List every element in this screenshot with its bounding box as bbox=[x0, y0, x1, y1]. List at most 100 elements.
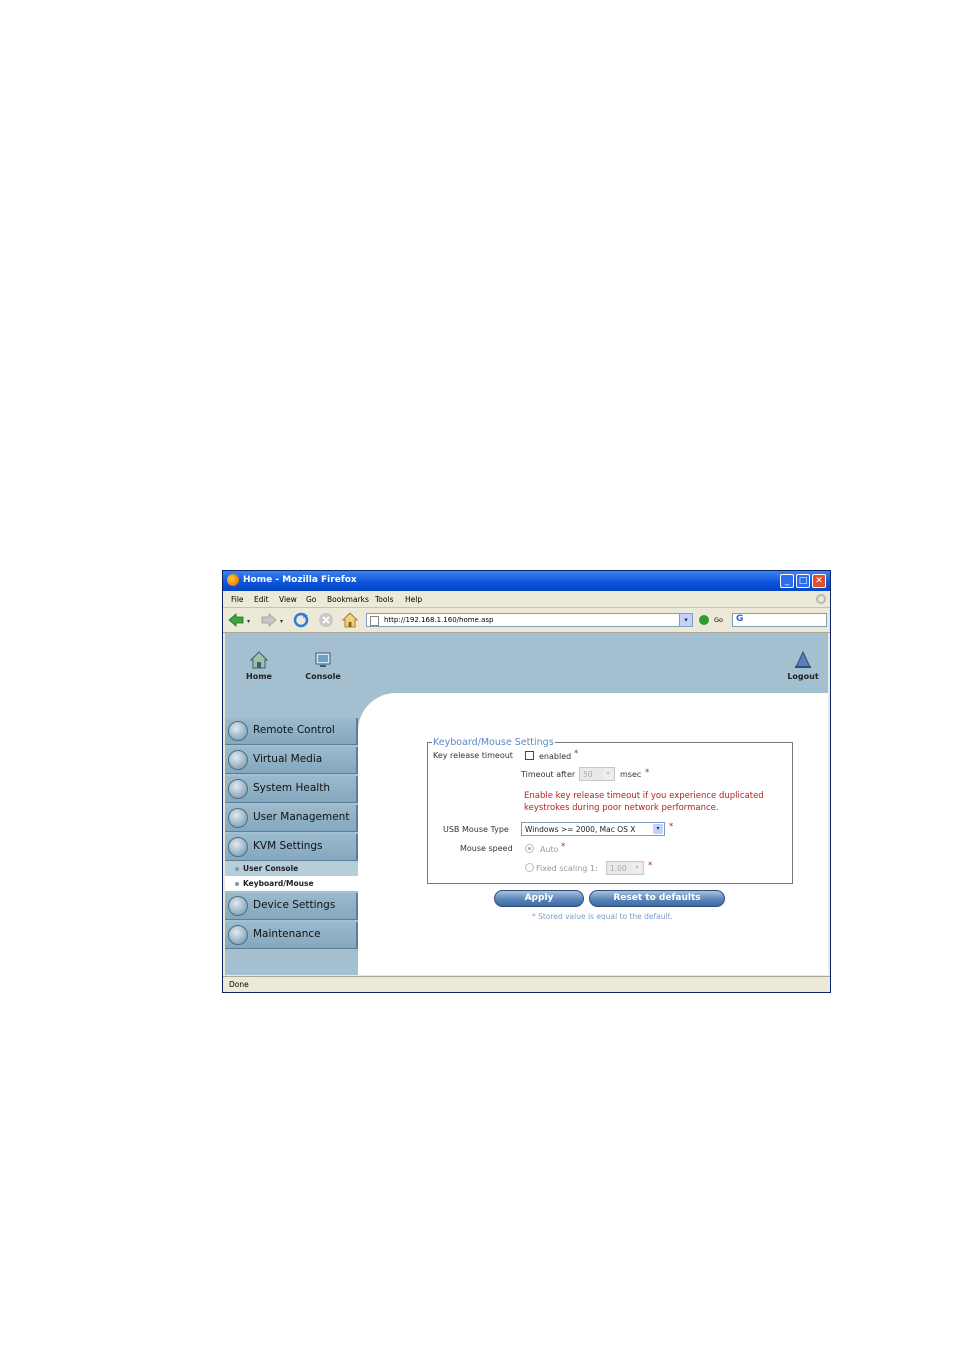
virtual-media-disc-icon bbox=[228, 750, 248, 770]
menu-edit[interactable]: Edit bbox=[254, 595, 269, 604]
firefox-logo-icon bbox=[227, 574, 239, 586]
key-release-enabled-checkbox[interactable] bbox=[525, 751, 534, 760]
default-marker: * bbox=[648, 861, 653, 871]
logout-link-label: Logout bbox=[787, 672, 819, 681]
warning-line-2: keystrokes during poor network performan… bbox=[524, 803, 719, 813]
sidebar-item-label: Maintenance bbox=[253, 928, 321, 940]
window-title: Home - Mozilla Firefox bbox=[243, 575, 357, 585]
sidebar-menu: Remote Control Virtual Media System Heal… bbox=[225, 718, 358, 951]
home-link-label: Home bbox=[246, 672, 272, 681]
sidebar-subitem-user-console[interactable]: User Console bbox=[225, 861, 358, 876]
default-footnote: * Stored value is equal to the default. bbox=[532, 912, 673, 921]
monitor-icon bbox=[315, 652, 331, 667]
navigation-toolbar: ▾ ▾ http://192.168.1.160/home.asp ▾ Go G bbox=[223, 608, 830, 633]
usb-mouse-type-label: USB Mouse Type bbox=[443, 825, 509, 834]
search-input[interactable]: G bbox=[732, 613, 827, 627]
sidebar-item-maintenance[interactable]: Maintenance bbox=[225, 922, 358, 949]
chevron-down-icon: ▾ bbox=[632, 863, 642, 873]
page-content: Home Console Logout Remote Control Virtu… bbox=[225, 633, 828, 975]
key-release-timeout-label: Key release timeout bbox=[433, 751, 513, 760]
timeout-value: 50 bbox=[583, 770, 593, 779]
menu-file[interactable]: File bbox=[231, 595, 244, 604]
subitem-label: User Console bbox=[243, 864, 299, 873]
forward-dropdown-icon[interactable]: ▾ bbox=[280, 618, 283, 625]
bullet-icon bbox=[235, 867, 239, 871]
maintenance-tools-icon bbox=[228, 925, 248, 945]
sidebar-item-label: Virtual Media bbox=[253, 753, 323, 765]
sidebar-item-kvm-settings[interactable]: KVM Settings bbox=[225, 834, 358, 861]
sidebar-item-label: User Management bbox=[253, 811, 350, 823]
apply-button[interactable]: Apply bbox=[494, 890, 584, 907]
top-link-console[interactable]: Console bbox=[303, 651, 343, 681]
menu-help[interactable]: Help bbox=[405, 595, 422, 604]
kvm-keyboard-icon bbox=[228, 837, 248, 857]
default-marker: * bbox=[669, 822, 674, 832]
maximize-button[interactable]: □ bbox=[796, 574, 810, 588]
back-arrow-icon[interactable] bbox=[228, 612, 244, 628]
sidebar-item-label: KVM Settings bbox=[253, 840, 323, 852]
sidebar-item-system-health[interactable]: System Health bbox=[225, 776, 358, 803]
menu-view[interactable]: View bbox=[279, 595, 297, 604]
timeout-select[interactable]: 50 ▾ bbox=[579, 767, 615, 781]
minimize-button[interactable]: _ bbox=[780, 574, 794, 588]
house-icon bbox=[250, 651, 268, 669]
default-marker: * bbox=[561, 842, 566, 852]
mouse-speed-auto-radio[interactable] bbox=[525, 844, 534, 853]
sidebar-item-remote-control[interactable]: Remote Control bbox=[225, 718, 358, 745]
sidebar-item-user-management[interactable]: User Management bbox=[225, 805, 358, 832]
go-button[interactable]: Go bbox=[714, 616, 723, 624]
home-icon[interactable] bbox=[342, 612, 358, 628]
go-arrow-icon[interactable] bbox=[699, 615, 709, 625]
close-button[interactable]: ✕ bbox=[812, 574, 826, 588]
url-text: http://192.168.1.160/home.asp bbox=[384, 616, 494, 624]
menu-bar: File Edit View Go Bookmarks Tools Help bbox=[223, 592, 830, 608]
mouse-speed-fixed-radio[interactable] bbox=[525, 863, 534, 872]
sidebar-item-virtual-media[interactable]: Virtual Media bbox=[225, 747, 358, 774]
fixed-scaling-select[interactable]: 1.00 ▾ bbox=[606, 861, 644, 875]
enabled-label: enabled bbox=[539, 752, 572, 761]
chevron-down-icon: ▾ bbox=[603, 769, 613, 779]
sidebar-item-label: Device Settings bbox=[253, 899, 336, 911]
throbber-icon bbox=[816, 594, 826, 604]
url-bar[interactable]: http://192.168.1.160/home.asp ▾ bbox=[366, 613, 693, 627]
top-link-home[interactable]: Home bbox=[243, 651, 275, 681]
status-text: Done bbox=[229, 980, 249, 989]
title-bar: Home - Mozilla Firefox _ □ ✕ bbox=[223, 571, 830, 591]
msec-label: msec bbox=[620, 770, 642, 779]
top-link-logout[interactable]: Logout bbox=[785, 651, 821, 681]
browser-window: Home - Mozilla Firefox _ □ ✕ File Edit V… bbox=[222, 570, 831, 993]
sidebar-subitem-keyboard-mouse[interactable]: Keyboard/Mouse bbox=[225, 876, 358, 891]
default-marker: * bbox=[574, 749, 579, 759]
url-history-dropdown-icon[interactable]: ▾ bbox=[679, 614, 692, 626]
remote-control-icon bbox=[228, 721, 248, 741]
default-marker: * bbox=[645, 768, 650, 778]
menu-bookmarks[interactable]: Bookmarks bbox=[327, 595, 369, 604]
chevron-down-icon: ▾ bbox=[653, 824, 663, 834]
forward-arrow-icon[interactable] bbox=[261, 612, 277, 628]
mouse-speed-label: Mouse speed bbox=[460, 844, 513, 853]
subitem-label: Keyboard/Mouse bbox=[243, 879, 314, 888]
status-bar: Done bbox=[223, 976, 830, 992]
sidebar-item-device-settings[interactable]: Device Settings bbox=[225, 893, 358, 920]
usb-mouse-type-value: Windows >= 2000, Mac OS X bbox=[525, 825, 636, 834]
timeout-after-label: Timeout after bbox=[521, 770, 576, 779]
usb-mouse-type-select[interactable]: Windows >= 2000, Mac OS X ▾ bbox=[521, 822, 665, 836]
reload-icon[interactable] bbox=[293, 612, 309, 628]
device-gear-icon bbox=[228, 896, 248, 916]
fixed-scaling-label: Fixed scaling 1: bbox=[536, 864, 598, 873]
menu-go[interactable]: Go bbox=[306, 595, 316, 604]
settings-legend: Keyboard/Mouse Settings bbox=[433, 737, 554, 748]
warning-line-1: Enable key release timeout if you experi… bbox=[524, 791, 764, 801]
back-dropdown-icon[interactable]: ▾ bbox=[247, 618, 250, 625]
bullet-icon bbox=[235, 882, 239, 886]
fixed-scaling-value: 1.00 bbox=[610, 864, 627, 873]
reset-to-defaults-button[interactable]: Reset to defaults bbox=[589, 890, 725, 907]
users-icon bbox=[228, 808, 248, 828]
menu-tools[interactable]: Tools bbox=[375, 595, 393, 604]
search-engine-icon: G bbox=[736, 614, 744, 624]
logout-cone-icon bbox=[795, 651, 811, 668]
page-icon bbox=[370, 616, 379, 626]
stop-icon[interactable] bbox=[318, 612, 334, 628]
console-link-label: Console bbox=[305, 672, 341, 681]
auto-label: Auto bbox=[540, 845, 559, 854]
